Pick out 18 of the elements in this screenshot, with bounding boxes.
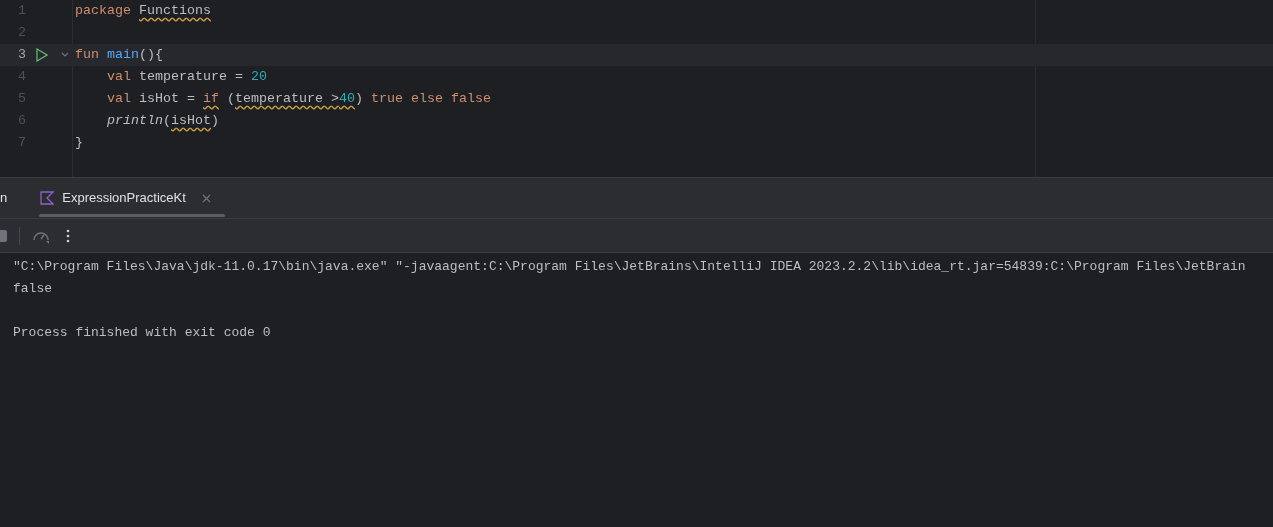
code-line: println(isHot): [106, 112, 219, 130]
code-line: val isHot = if (temperature >40) true else false: [106, 90, 491, 108]
code-line: val temperature = 20: [106, 68, 267, 86]
console-line: "C:\Program Files\Java\jdk-11.0.17\bin\java.exe" "-javaagent:C:\Program Files\JetBrains\IntelliJ IDEA 2023.2.2\lib\idea_rt.jar=54839:C:\Program Files\JetBrain: [13, 258, 1246, 276]
code-line: package Functions: [75, 2, 211, 20]
stop-icon[interactable]: [0, 229, 7, 242]
more-icon[interactable]: [66, 228, 70, 243]
line-number: 3: [17, 46, 26, 64]
kotlin-icon: [40, 191, 55, 205]
fold-icon[interactable]: [61, 52, 69, 58]
code-line: fun main(){: [75, 46, 163, 64]
tab[interactable]: n: [0, 178, 30, 218]
code-line: }: [75, 134, 83, 152]
console-line: false: [13, 280, 52, 298]
run-icon[interactable]: [36, 48, 48, 62]
tab[interactable]: ExpressionPracticeKt: [29, 178, 225, 218]
close-icon[interactable]: [201, 193, 211, 203]
console-line: Process finished with exit code 0: [13, 324, 271, 342]
